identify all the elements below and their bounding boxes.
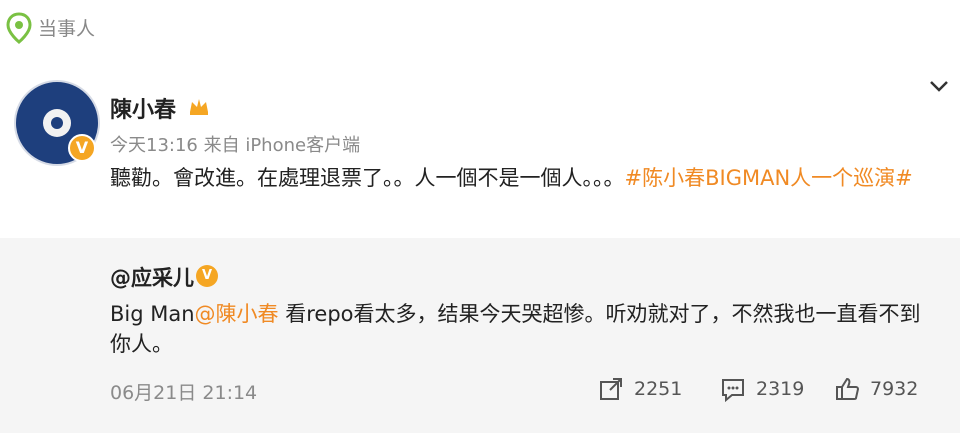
comment-count: 2319 (756, 378, 805, 400)
like-button[interactable]: 7932 (834, 376, 918, 402)
mention-link[interactable]: @陳小春 (195, 302, 279, 326)
top-bar: 当事人 (0, 0, 960, 52)
share-icon (600, 378, 622, 400)
source-label: 当事人 (38, 18, 96, 40)
verified-badge: V (68, 134, 96, 162)
location-pin-icon (6, 12, 32, 44)
share-count: 2251 (634, 378, 683, 400)
post-meta: 今天13:16 来自 iPhone客户端 (110, 135, 361, 156)
crown-icon (190, 99, 208, 115)
topic-link[interactable]: #陈小春BIGMAN人一个巡演# (625, 166, 913, 190)
comment-icon (722, 379, 744, 402)
repost-body-prefix: Big Man (110, 302, 195, 326)
like-count: 7932 (870, 378, 919, 400)
thumbs-up-icon (836, 377, 860, 400)
share-button[interactable]: 2251 (598, 376, 682, 402)
chevron-down-icon[interactable] (928, 78, 950, 94)
repost-time: 06月21日 21:14 (110, 382, 258, 404)
repost-text: Big Man@陳小春 看repo看太多，结果今天哭超惨。听劝就对了，不然我也一… (110, 299, 930, 359)
comment-button[interactable]: 2319 (720, 376, 804, 402)
emblem-icon (43, 109, 71, 137)
repost-author-name[interactable]: @应采儿 (110, 262, 194, 292)
post-body: 聽勸。會改進。在處理退票了。。人一個不是一個人。。。 (110, 166, 625, 190)
post-text: 聽勸。會改進。在處理退票了。。人一個不是一個人。。。#陈小春BIGMAN人一个巡… (110, 163, 950, 193)
post-author-name[interactable]: 陳小春 (110, 92, 176, 124)
repost-verified-badge: V (196, 265, 218, 287)
